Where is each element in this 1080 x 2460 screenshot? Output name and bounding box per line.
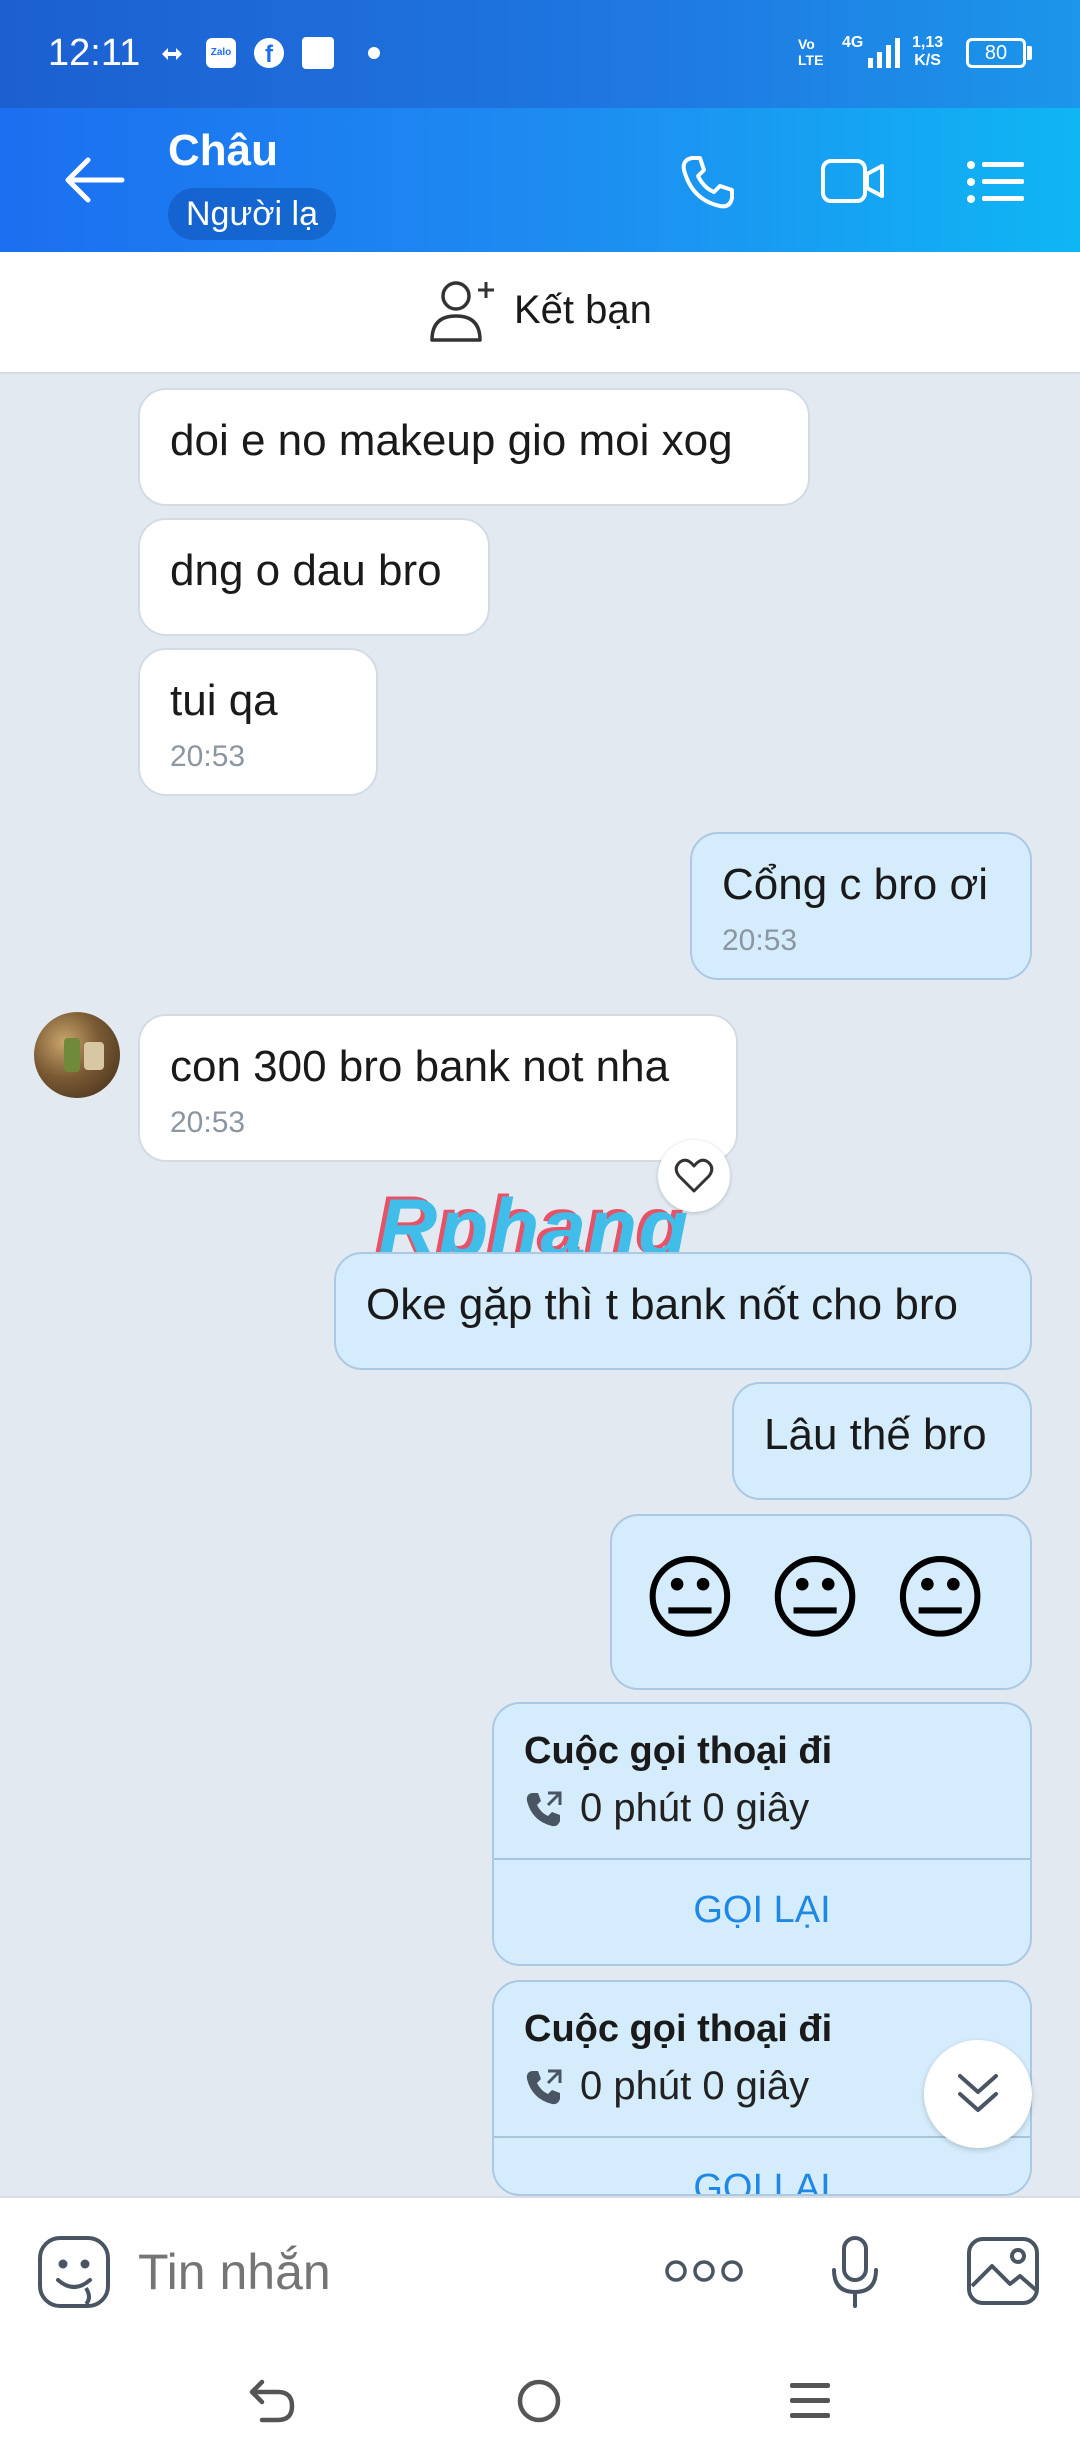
message-text: doi e no makeup gio moi xog [170, 416, 733, 465]
contact-name[interactable]: Châu [168, 126, 278, 176]
scroll-to-bottom-button[interactable] [924, 2040, 1032, 2148]
call-back-button[interactable]: GỌI LẠI [494, 2138, 1030, 2194]
add-friend-bar[interactable]: Kết bạn [0, 252, 1080, 374]
message-text: tui qa [170, 676, 278, 725]
message-text: Cổng c bro ơi [722, 860, 989, 909]
network-speed-unit: K/S [914, 52, 941, 69]
microphone-icon[interactable] [830, 2236, 880, 2308]
add-friend-label[interactable]: Kết bạn [514, 288, 652, 333]
message-bubble-incoming[interactable]: dng o dau bro [138, 518, 490, 636]
network-speed: 1,13 K/S [912, 34, 943, 70]
double-chevron-down-icon [958, 2074, 998, 2112]
message-time: 20:53 [170, 740, 246, 773]
message-composer [0, 2196, 1080, 2344]
call-duration-row: 0 phút 0 giây [524, 1786, 809, 1831]
avatar[interactable] [34, 1012, 120, 1098]
dot-icon [368, 47, 380, 59]
message-bubble-incoming[interactable]: tui qa 20:53 [138, 648, 378, 796]
message-bubble-incoming[interactable]: con 300 bro bank not nha 20:53 [138, 1014, 738, 1162]
status-time: 12:11 [48, 32, 141, 74]
call-card: Cuộc gọi thoại đi 0 phút 0 giây GỌI LẠI [492, 1702, 1032, 1966]
notification-square-icon [302, 37, 334, 69]
message-text: dng o dau bro [170, 546, 442, 595]
outgoing-call-icon [526, 1791, 562, 1826]
status-bar: 12:11 Zalo f Vo LTE 4G 1,13 K/S 80 [0, 0, 1080, 108]
facebook-icon: f [254, 38, 284, 68]
battery-level: 80 [984, 42, 1008, 64]
message-bubble-outgoing[interactable]: 😐 😐 😐 [610, 1514, 1032, 1690]
add-friend-icon [430, 281, 494, 342]
system-nav-bar [0, 2342, 1080, 2460]
outgoing-call-icon [526, 2069, 562, 2104]
volte-indicator: Vo LTE [798, 36, 824, 68]
message-bubble-outgoing[interactable]: Lâu thế bro [732, 1382, 1032, 1500]
stranger-badge: Người lạ [168, 188, 336, 240]
message-time: 20:53 [170, 1106, 246, 1139]
zalo-icon: Zalo [206, 38, 236, 68]
back-nav-icon[interactable] [248, 2378, 296, 2424]
network-type: 4G [842, 34, 864, 51]
network-speed-value: 1,13 [912, 34, 944, 51]
message-bubble-outgoing[interactable]: Cổng c bro ơi 20:53 [690, 832, 1032, 980]
video-call-icon[interactable] [820, 156, 886, 206]
home-nav-icon[interactable] [516, 2378, 562, 2424]
message-text: Oke gặp thì t bank nốt cho bro [366, 1280, 958, 1329]
recents-nav-icon[interactable] [788, 2380, 832, 2422]
chat-header: Châu Người lạ [0, 108, 1080, 252]
emoji-message: 😐 😐 😐 [642, 1545, 989, 1652]
message-bubble-outgoing[interactable]: Oke gặp thì t bank nốt cho bro [334, 1252, 1032, 1370]
avatar-detail [84, 1042, 104, 1070]
list-menu-icon[interactable] [966, 160, 1026, 204]
back-arrow-icon[interactable] [62, 154, 126, 206]
message-text: Lâu thế bro [764, 1410, 987, 1459]
sync-icon [162, 48, 182, 60]
call-duration: 0 phút 0 giây [580, 2064, 810, 2108]
more-icon[interactable] [664, 2258, 744, 2284]
call-duration-row: 0 phút 0 giây [524, 2064, 809, 2109]
call-title: Cuộc gọi thoại đi [524, 2008, 833, 2050]
battery-tip [1027, 46, 1032, 60]
signal-icon [868, 38, 900, 68]
message-text: con 300 bro bank not nha [170, 1042, 670, 1091]
call-duration: 0 phút 0 giây [580, 1786, 810, 1830]
message-input[interactable] [136, 2228, 600, 2316]
sticker-icon[interactable] [36, 2234, 112, 2310]
battery-icon: 80 [966, 38, 1026, 68]
message-time: 20:53 [722, 924, 798, 957]
call-title: Cuộc gọi thoại đi [524, 1730, 833, 1772]
message-bubble-incoming[interactable]: doi e no makeup gio moi xog [138, 388, 810, 506]
phone-icon[interactable] [676, 152, 736, 212]
call-back-button[interactable]: GỌI LẠI [494, 1860, 1030, 1960]
avatar-detail [64, 1038, 80, 1072]
gallery-icon[interactable] [966, 2236, 1040, 2306]
